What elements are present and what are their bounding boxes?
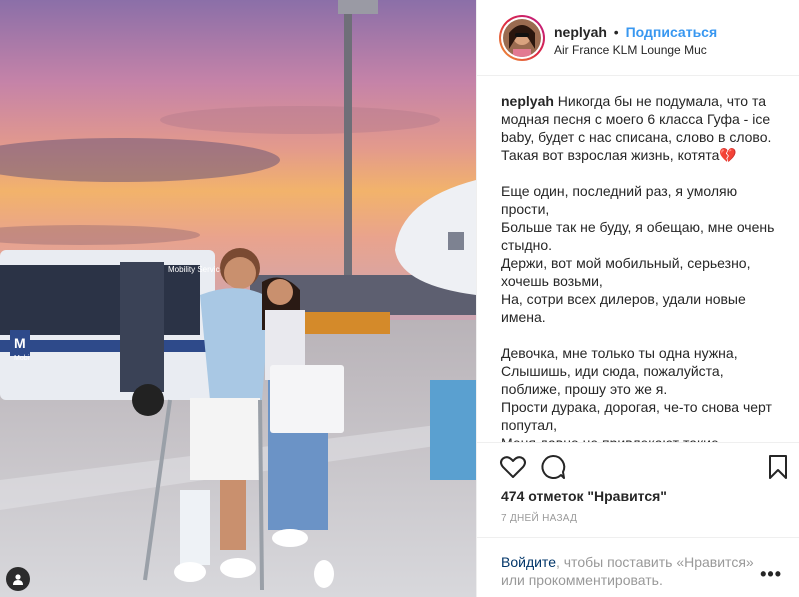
user-tag-icon[interactable] xyxy=(6,567,30,591)
bus-sign: Mobility Service xyxy=(168,265,225,274)
man-shirt xyxy=(200,288,270,400)
caption-username[interactable]: neplyah xyxy=(501,93,554,109)
caption-blank-line xyxy=(501,326,791,344)
caption-line: хочешь возьми, xyxy=(501,273,603,289)
caption-line: Никогда бы не подумала, что та xyxy=(557,93,766,109)
bus-logo-letter: M xyxy=(14,335,26,351)
caption-line: Девочка, мне только ты одна нужна, xyxy=(501,345,738,361)
caption-line: Держи, вот мой мобильный, серьезно, xyxy=(501,255,751,271)
header-separator: • xyxy=(613,24,619,40)
caption-line: Больше так не буду, я обещаю, мне очень xyxy=(501,219,775,235)
ground-vehicle xyxy=(430,380,476,480)
caption-line: имена. xyxy=(501,309,546,325)
caption-line: модная песня с моего 6 класса Гуфа - ice xyxy=(501,111,771,127)
location-link[interactable]: Air France KLM Lounge Muc xyxy=(554,43,707,57)
caption-line: попутал, xyxy=(501,417,558,433)
caption-line: baby, будет с нас списана, слово в слово… xyxy=(501,129,772,145)
caption-line: Слышишь, иди сюда, пожалуйста, xyxy=(501,363,724,379)
bookmark-icon[interactable] xyxy=(764,453,792,481)
caption-line: Еще один, последний раз, я умоляю xyxy=(501,183,738,199)
caption-blank-line xyxy=(501,164,791,182)
avatar[interactable] xyxy=(499,15,545,61)
post-timestamp[interactable]: 7 ДНЕЙ НАЗАД xyxy=(501,513,577,524)
action-bar xyxy=(477,442,799,492)
caption-line: стыдно. xyxy=(501,237,553,253)
post-photo[interactable]: M Mobi Mobility Service xyxy=(0,0,476,597)
caption-line: прости, xyxy=(501,201,550,217)
comment-area: Войдите, чтобы поставить «Нравится» или … xyxy=(477,537,799,597)
caption-line: поближе, прошу это же я. xyxy=(501,381,668,397)
post-header: neplyah • Подписаться Air France KLM Lou… xyxy=(477,0,799,76)
login-prompt-text-2: или прокомментировать. xyxy=(501,572,663,588)
follow-button[interactable]: Подписаться xyxy=(626,24,718,40)
more-options-icon[interactable]: ••• xyxy=(760,564,782,585)
post-panel: neplyah • Подписаться Air France KLM Lou… xyxy=(476,0,799,597)
photo-scene: M Mobi Mobility Service xyxy=(0,0,476,597)
avatar-photo xyxy=(503,19,541,57)
header-username[interactable]: neplyah xyxy=(554,24,607,40)
caption-line: Меня давно не привлекают такие xyxy=(501,434,791,442)
crutch-right xyxy=(258,399,264,591)
caption-line: На, сотри всех дилеров, удали новые xyxy=(501,291,746,307)
light-pole xyxy=(344,10,352,310)
login-link[interactable]: Войдите xyxy=(501,554,556,570)
tote-bag xyxy=(270,365,344,433)
caption: neplyah Никогда бы не подумала, что та м… xyxy=(501,92,791,442)
heart-icon[interactable] xyxy=(499,453,527,481)
like-count[interactable]: 474 отметок "Нравится" xyxy=(501,488,667,504)
caption-line: Прости дурака, дорогая, че-то снова черт xyxy=(501,399,772,415)
caption-line: Такая вот взрослая жизнь, котята💔 xyxy=(501,147,737,163)
login-prompt-text: , чтобы поставить «Нравится» xyxy=(555,554,754,570)
bus-logo-small: Mobi xyxy=(14,355,30,362)
comment-icon[interactable] xyxy=(539,453,567,481)
